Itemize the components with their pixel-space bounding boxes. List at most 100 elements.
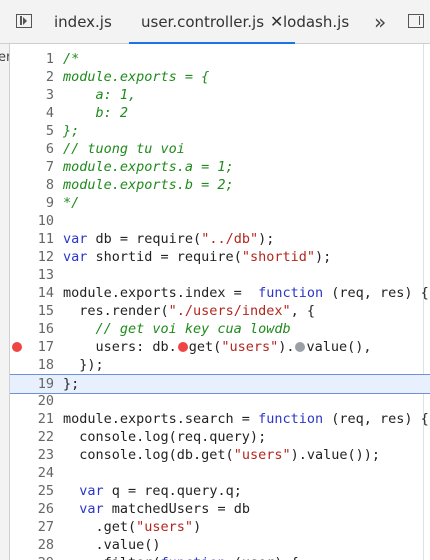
code-line[interactable]: 16 // get voi key cua lowdb	[10, 320, 430, 338]
sidebar-right-icon[interactable]	[408, 14, 424, 28]
tab-label: index.js	[54, 13, 112, 31]
line-number[interactable]: 22	[10, 428, 54, 446]
line-number[interactable]: 6	[10, 140, 54, 158]
code-line[interactable]: 18 });	[10, 356, 430, 374]
code-line[interactable]: 3 a: 1,	[10, 86, 430, 104]
line-number[interactable]: 5	[10, 122, 54, 140]
line-number[interactable]: 19	[10, 375, 54, 393]
code-token: // tuong tu voi	[63, 141, 185, 157]
code-token: });	[63, 357, 104, 373]
code-token: module.exports = {	[63, 69, 210, 85]
more-tabs-chevron-icon[interactable]: »	[374, 0, 386, 44]
code-line[interactable]: 4 b: 2	[10, 104, 430, 122]
code-token: a: 1,	[63, 87, 137, 103]
code-line[interactable]: 23 console.log(db.get("users").value());	[10, 446, 430, 464]
code-token: );	[314, 249, 332, 265]
line-number[interactable]: 3	[10, 86, 54, 104]
line-number[interactable]: 28	[10, 536, 54, 554]
tab-label: user.controller.js	[141, 13, 265, 31]
code-token: function	[258, 285, 324, 301]
code-line[interactable]: 24	[10, 464, 430, 482]
code-text: */	[63, 194, 79, 212]
code-token: db = require(	[87, 231, 202, 247]
code-line[interactable]: 10	[10, 212, 430, 230]
code-line[interactable]: 13	[10, 266, 430, 284]
code-token: "users"	[136, 519, 194, 535]
code-token: module.exports.search =	[63, 411, 259, 427]
code-text: module.exports.search = function (req, r…	[63, 410, 429, 428]
code-line[interactable]: 9 */	[10, 194, 430, 212]
code-line[interactable]: 7 module.exports.a = 1;	[10, 158, 430, 176]
line-number[interactable]: 18	[10, 356, 54, 374]
code-line[interactable]: 22 console.log(req.query);	[10, 428, 430, 446]
code-text: .get("users")	[63, 518, 202, 536]
code-line[interactable]: 17 users: db. get("users"). value(),	[10, 338, 430, 356]
code-text: .value()	[63, 536, 161, 554]
code-line[interactable]: 14 module.exports.index = function (req, …	[10, 284, 430, 302]
line-number[interactable]: 1	[10, 50, 54, 68]
line-number[interactable]: 24	[10, 464, 54, 482]
code-line-selected[interactable]: 19};	[10, 374, 430, 394]
code-line[interactable]: 20	[10, 392, 430, 410]
code-line[interactable]: 26 var matchedUsers = db	[10, 500, 430, 518]
line-number[interactable]: 21	[10, 410, 54, 428]
code-token: b: 2	[63, 105, 129, 121]
code-text: // get voi key cua lowdb	[63, 320, 291, 338]
line-number[interactable]: 11	[10, 230, 54, 248]
code-editor[interactable]: 1/* 2 module.exports = {3 a: 1, 4 b: 2 5}; 6/…	[10, 44, 430, 560]
line-number[interactable]: 7	[10, 158, 54, 176]
line-number[interactable]: 15	[10, 302, 54, 320]
code-token: (req, res) {	[323, 285, 429, 301]
tab-lodash-js[interactable]: lodash.js	[283, 0, 349, 43]
code-line[interactable]: 6 // tuong tu voi	[10, 140, 430, 158]
line-number[interactable]: 29	[10, 554, 54, 560]
line-number[interactable]: 20	[10, 392, 54, 410]
code-token: var	[79, 501, 104, 517]
code-line[interactable]: 21 module.exports.search = function (req,…	[10, 410, 430, 428]
line-number[interactable]: 23	[10, 446, 54, 464]
code-line[interactable]: 29 .filter(function (user) {	[10, 554, 430, 560]
code-line[interactable]: 1 /*	[10, 50, 430, 68]
code-token: var	[63, 249, 88, 265]
code-line[interactable]: 11 var db = require("../db");	[10, 230, 430, 248]
code-token: "shortid"	[241, 249, 315, 265]
code-text: a: 1,	[63, 86, 137, 104]
sidebar-left-icon[interactable]	[16, 14, 32, 28]
line-number[interactable]: 26	[10, 500, 54, 518]
code-token: "../db"	[201, 231, 259, 247]
code-text: /*	[63, 50, 79, 68]
line-number[interactable]: 9	[10, 194, 54, 212]
line-number[interactable]: 17	[10, 338, 54, 356]
line-number[interactable]: 14	[10, 284, 54, 302]
line-number[interactable]: 13	[10, 266, 54, 284]
code-token: var	[63, 231, 88, 247]
code-line[interactable]: 12 var shortid = require("shortid");	[10, 248, 430, 266]
close-icon[interactable]: ✕	[270, 12, 283, 31]
navigator-panel-edge[interactable]: er	[0, 44, 10, 560]
code-line[interactable]: 8 module.exports.b = 2;	[10, 176, 430, 194]
code-line[interactable]: 15 res.render("./users/index", {	[10, 302, 430, 320]
tab-index-js[interactable]: index.js	[54, 0, 112, 43]
inline-breakpoint-inactive-icon[interactable]	[295, 342, 306, 352]
line-number[interactable]: 27	[10, 518, 54, 536]
code-text: users: db. get("users"). value(),	[63, 338, 372, 356]
line-number[interactable]: 16	[10, 320, 54, 338]
line-number[interactable]: 10	[10, 212, 54, 230]
code-token: };	[63, 376, 80, 392]
line-number[interactable]: 2	[10, 68, 54, 86]
inline-breakpoint-active-icon[interactable]	[177, 342, 188, 352]
line-number[interactable]: 4	[10, 104, 54, 122]
code-token: q = req.query.q;	[103, 483, 242, 499]
code-token: (req, res) {	[323, 411, 429, 427]
tab-user-controller-js[interactable]: user.controller.js ✕	[129, 0, 296, 44]
code-line[interactable]: 27 .get("users")	[10, 518, 430, 536]
line-number[interactable]: 25	[10, 482, 54, 500]
code-line[interactable]: 28 .value()	[10, 536, 430, 554]
line-number[interactable]: 8	[10, 176, 54, 194]
code-line[interactable]: 2 module.exports = {	[10, 68, 430, 86]
code-line[interactable]: 25 var q = req.query.q;	[10, 482, 430, 500]
line-number[interactable]: 12	[10, 248, 54, 266]
code-token: console.log(req.query);	[63, 429, 267, 445]
code-line[interactable]: 5};	[10, 122, 430, 140]
